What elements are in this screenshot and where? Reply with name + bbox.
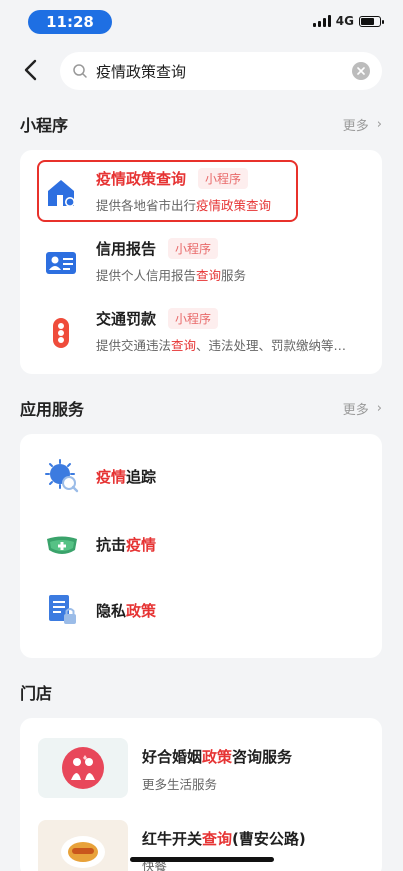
more-link[interactable]: 更多 › [343, 115, 382, 134]
title-text: (曹安公路) [232, 830, 306, 848]
home-search-icon [48, 180, 75, 207]
desc-highlight: 疫情政策查询 [196, 198, 272, 213]
chevron-right-icon: › [376, 400, 382, 416]
more-label: 更多 [342, 402, 369, 418]
mini-program-item[interactable]: 疫情政策查询 小程序 提供各地省市出行疫情政策查询 [20, 160, 382, 224]
mini-program-item[interactable]: 信用报告 小程序 提供个人信用报告查询服务 [20, 230, 382, 294]
wedding-couple-icon [62, 747, 104, 789]
service-label: 抗击疫情 [96, 534, 156, 555]
status-time: 11:28 [28, 10, 112, 34]
desc-text: 服务 [221, 268, 247, 283]
document-lock-icon [49, 595, 76, 624]
section-title: 门店 [20, 684, 53, 703]
title-text: 红牛开关 [142, 830, 203, 848]
search-icon [73, 64, 87, 78]
desc-highlight: 查询 [196, 268, 222, 283]
status-bar: 11:28 4G [0, 0, 403, 44]
label-text: 追踪 [126, 468, 157, 486]
section-title: 应用服务 [20, 400, 85, 419]
mini-programs-card: 疫情政策查询 小程序 提供各地省市出行疫情政策查询 信用报告 小程序 提供个人信用报… [20, 150, 382, 374]
mini-program-tag: 小程序 [198, 168, 249, 189]
more-label: 更多 [342, 118, 369, 134]
mini-program-name: 交通罚款 [96, 310, 157, 328]
store-title: 好合婚姻政策咨询服务 [142, 746, 292, 767]
desc-text: 提供各地省市出行 [96, 198, 197, 213]
title-highlight: 查询 [202, 830, 233, 848]
service-item[interactable]: 隐私政策 [20, 580, 382, 640]
label-text: 隐私 [96, 602, 127, 620]
id-card-icon [46, 252, 76, 274]
mini-program-tag: 小程序 [168, 308, 219, 329]
store-subtitle: 更多生活服务 [142, 777, 218, 792]
mask-icon [47, 536, 77, 554]
services-card: 疫情追踪 抗击疫情 隐私政策 [20, 434, 382, 658]
chevron-right-icon: › [376, 116, 382, 132]
mini-program-item[interactable]: 交通罚款 小程序 提供交通违法查询、违法处理、罚款缴纳等… [20, 300, 382, 364]
services-header: 应用服务 更多 › [20, 396, 382, 420]
service-item[interactable]: 抗击疫情 [20, 514, 382, 574]
food-plate-icon [61, 836, 105, 868]
desc-text: 提供个人信用报告 [96, 268, 197, 283]
label-highlight: 政策 [126, 602, 157, 620]
title-text: 好合婚姻 [142, 748, 203, 766]
stores-header: 门店 [20, 680, 382, 704]
store-title: 红牛开关查询(曹安公路) [142, 828, 306, 849]
home-indicator[interactable] [130, 857, 274, 862]
section-title: 小程序 [20, 116, 69, 135]
signal-icon [312, 15, 331, 27]
mini-program-tag: 小程序 [168, 238, 219, 259]
clear-icon[interactable] [352, 62, 370, 80]
service-label: 疫情追踪 [96, 466, 156, 487]
mini-program-desc: 提供个人信用报告查询服务 [96, 265, 368, 284]
desc-text: 提供交通违法 [96, 338, 172, 353]
mini-programs-header: 小程序 更多 › [20, 112, 382, 136]
back-arrow-icon[interactable] [20, 58, 44, 82]
label-highlight: 疫情 [126, 536, 157, 554]
service-item[interactable]: 疫情追踪 [20, 446, 382, 506]
mini-program-name: 信用报告 [96, 240, 157, 258]
search-input[interactable] [96, 62, 352, 80]
traffic-light-icon [53, 318, 69, 348]
desc-highlight: 查询 [171, 338, 197, 353]
status-indicators: 4G [312, 14, 384, 28]
virus-search-icon [45, 459, 79, 493]
search-bar-area [0, 48, 403, 94]
stores-card: 好合婚姻政策咨询服务 更多生活服务 红牛开关查询(曹安公路) 快餐 [20, 718, 382, 871]
battery-icon [359, 15, 384, 27]
service-label: 隐私政策 [96, 600, 156, 621]
mini-program-desc: 提供交通违法查询、违法处理、罚款缴纳等… [96, 335, 368, 354]
search-box[interactable] [60, 52, 382, 90]
label-highlight: 疫情 [96, 468, 127, 486]
title-highlight: 政策 [202, 748, 233, 766]
title-text: 咨询服务 [232, 748, 293, 766]
store-thumbnail [38, 820, 128, 871]
store-item[interactable]: 好合婚姻政策咨询服务 更多生活服务 [20, 738, 382, 818]
store-thumbnail [38, 738, 128, 798]
store-item[interactable]: 红牛开关查询(曹安公路) 快餐 [20, 820, 382, 871]
network-label: 4G [335, 14, 354, 28]
mini-program-desc: 提供各地省市出行疫情政策查询 [96, 195, 368, 214]
more-link[interactable]: 更多 › [343, 399, 382, 418]
mini-program-name: 疫情政策查询 [96, 170, 187, 188]
desc-text: 、违法处理、罚款缴纳等… [196, 338, 347, 353]
label-text: 抗击 [96, 536, 127, 554]
